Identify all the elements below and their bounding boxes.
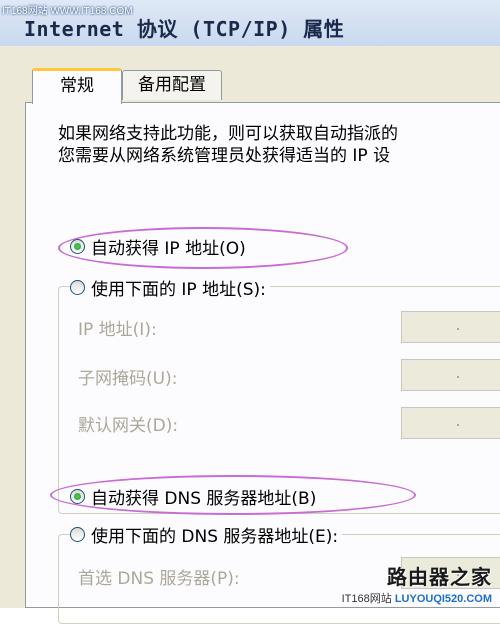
description-text: 如果网络支持此功能，则可以获取自动指派的 您需要从网络系统管理员处获得适当的 I… — [58, 123, 398, 167]
preferred-dns-label: 首选 DNS 服务器(P): — [78, 569, 240, 589]
dialog-body: 备用配置 常规 如果网络支持此功能，则可以获取自动指派的 您需要从网络系统管理员… — [0, 46, 500, 624]
watermark-sub-left: IT168网站 — [341, 593, 392, 605]
default-gateway-input[interactable] — [401, 407, 500, 439]
watermark-sub-right: LUYOUQI520.COM — [394, 593, 492, 605]
manual-ip-radio[interactable] — [70, 280, 85, 295]
auto-dns-radio[interactable] — [70, 489, 85, 504]
tab-alternate-config[interactable]: 备用配置 — [122, 70, 222, 100]
auto-dns-radio-option[interactable]: 自动获得 DNS 服务器地址(B) — [70, 484, 321, 509]
manual-ip-label: 使用下面的 IP 地址(S): — [91, 280, 266, 300]
ip-address-label: IP 地址(I): — [78, 320, 157, 340]
watermark-logo-text: 路由器之家 — [387, 565, 492, 589]
site-watermark: 路由器之家 IT168网站 LUYOUQI520.COM — [342, 561, 492, 606]
manual-dns-radio-option[interactable]: 使用下面的 DNS 服务器地址(E): — [70, 522, 343, 547]
description-line-1: 如果网络支持此功能，则可以获取自动指派的 — [58, 124, 398, 144]
window-title: Internet 协议 (TCP/IP) 属性 — [24, 17, 345, 41]
default-gateway-label: 默认网关(D): — [78, 416, 179, 436]
subnet-mask-input[interactable] — [401, 359, 500, 391]
description-line-2: 您需要从网络系统管理员处获得适当的 IP 设 — [58, 146, 391, 166]
manual-dns-radio[interactable] — [70, 527, 85, 542]
tab-general[interactable]: 常规 — [32, 68, 122, 104]
auto-ip-label: 自动获得 IP 地址(O) — [91, 239, 246, 259]
manual-dns-label: 使用下面的 DNS 服务器地址(E): — [91, 527, 339, 547]
auto-ip-radio-option[interactable]: 自动获得 IP 地址(O) — [70, 234, 250, 259]
auto-ip-radio[interactable] — [70, 239, 85, 254]
field-dot — [457, 424, 459, 426]
subnet-mask-label: 子网掩码(U): — [78, 369, 178, 389]
manual-ip-radio-option[interactable]: 使用下面的 IP 地址(S): — [70, 275, 270, 300]
field-dot — [457, 376, 459, 378]
title-bar: IT168网站 WWW.IT168.COM Internet 协议 (TCP/I… — [0, 0, 500, 47]
auto-dns-label: 自动获得 DNS 服务器地址(B) — [91, 489, 317, 509]
watermark-subtext: IT168网站 LUYOUQI520.COM — [342, 590, 492, 606]
general-tab-panel: 如果网络支持此功能，则可以获取自动指派的 您需要从网络系统管理员处获得适当的 I… — [25, 102, 500, 624]
field-dot — [457, 328, 459, 330]
ip-address-input[interactable] — [401, 311, 500, 343]
